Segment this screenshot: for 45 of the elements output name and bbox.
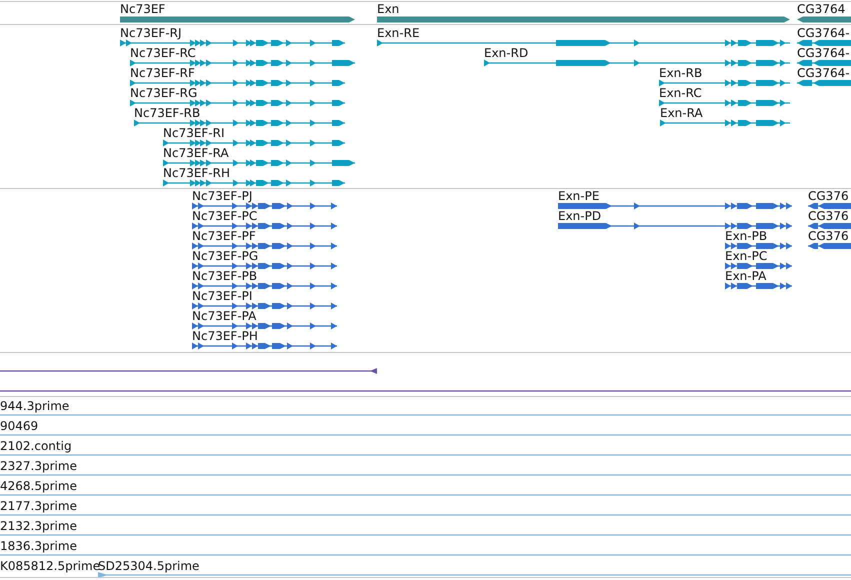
protein-label: Nc73EF-PH [192, 329, 258, 343]
gene-label: CG3764 [797, 2, 846, 16]
protein-label: Nc73EF-PB [192, 269, 258, 283]
transcript-label: Nc73EF-RB [134, 106, 200, 120]
transcript-label: Nc73EF-RC [130, 46, 196, 60]
protein-label: Exn-PC [725, 249, 768, 263]
transcript-label: Exn-RB [659, 66, 702, 80]
transcript-label: Nc73EF-RF [130, 66, 195, 80]
est-label: 2327.3prime [0, 459, 77, 473]
protein-label: Exn-PD [558, 209, 602, 223]
protein-label: Nc73EF-PC [192, 209, 258, 223]
transcript-label: Nc73EF-RA [163, 146, 229, 160]
protein-label: Nc73EF-PF [192, 229, 256, 243]
transcript-label: Exn-RC [659, 86, 702, 100]
est-label: 2132.3prime [0, 519, 77, 533]
transcript-label: Nc73EF-RI [163, 126, 225, 140]
transcript-label: Exn-RA [660, 106, 703, 120]
transcript-label: CG3764- [797, 46, 850, 60]
transcript-label: Exn-RE [377, 26, 420, 40]
transcript-label: Nc73EF-RG [130, 86, 198, 100]
transcript-label: Nc73EF-RJ [120, 26, 182, 40]
protein-label: Nc73EF-PI [192, 289, 252, 303]
protein-label: Exn-PB [725, 229, 768, 243]
transcript-label: CG3764- [797, 66, 850, 80]
gene-label: Nc73EF [120, 2, 166, 16]
protein-label: Exn-PE [558, 189, 600, 203]
protein-label: CG376 [808, 189, 849, 203]
est-label: SD25304.5prime [98, 559, 200, 573]
protein-label: Exn-PA [725, 269, 766, 283]
est-label: 2102.contig [0, 439, 72, 453]
est-label: 944.3prime [0, 399, 70, 413]
transcript-label: Exn-RD [484, 46, 528, 60]
protein-label: CG376 [808, 229, 849, 243]
protein-label: Nc73EF-PJ [192, 189, 252, 203]
protein-label: CG376 [808, 209, 849, 223]
protein-label: Nc73EF-PA [192, 309, 256, 323]
transcript-label: CG3764- [797, 26, 850, 40]
est-label: 4268.5prime [0, 479, 77, 493]
est-label: 90469 [0, 419, 38, 433]
est-label: 1836.3prime [0, 539, 77, 553]
protein-label: Nc73EF-PG [192, 249, 258, 263]
est-label: 2177.3prime [0, 499, 77, 513]
est-label: K085812.5prime [0, 559, 100, 573]
transcript-label: Nc73EF-RH [163, 166, 230, 180]
gene-label: Exn [377, 2, 400, 16]
